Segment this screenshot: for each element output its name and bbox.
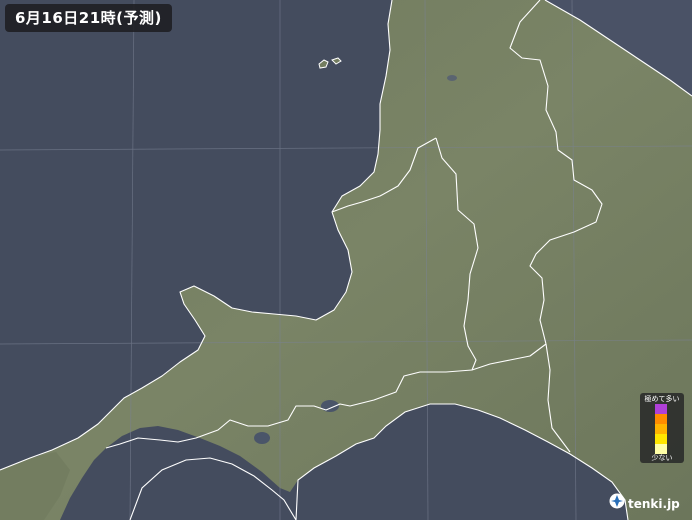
lake-north	[447, 75, 457, 81]
legend-swatch-moderate	[655, 424, 667, 434]
legend-swatch-high	[655, 414, 667, 424]
tenki-logo[interactable]: tenki.jp	[609, 493, 687, 515]
map-canvas	[0, 0, 692, 520]
tenki-logo-text: tenki.jp	[628, 497, 680, 511]
legend-swatch-very-high	[655, 404, 667, 414]
legend-swatch-very-low	[655, 444, 667, 454]
legend-swatch-low	[655, 434, 667, 444]
lake-toya	[254, 432, 270, 444]
legend-bottom-label: 少ない	[651, 454, 673, 462]
legend-top-label: 極めて多い	[644, 395, 680, 403]
tenki-logo-icon	[609, 493, 625, 509]
pollen-map: 6月16日21時(予測) 極めて多い 少ない tenki.jp	[0, 0, 692, 520]
map-title: 6月16日21時(予測)	[5, 4, 172, 32]
pollen-legend: 極めて多い 少ない	[640, 393, 684, 463]
